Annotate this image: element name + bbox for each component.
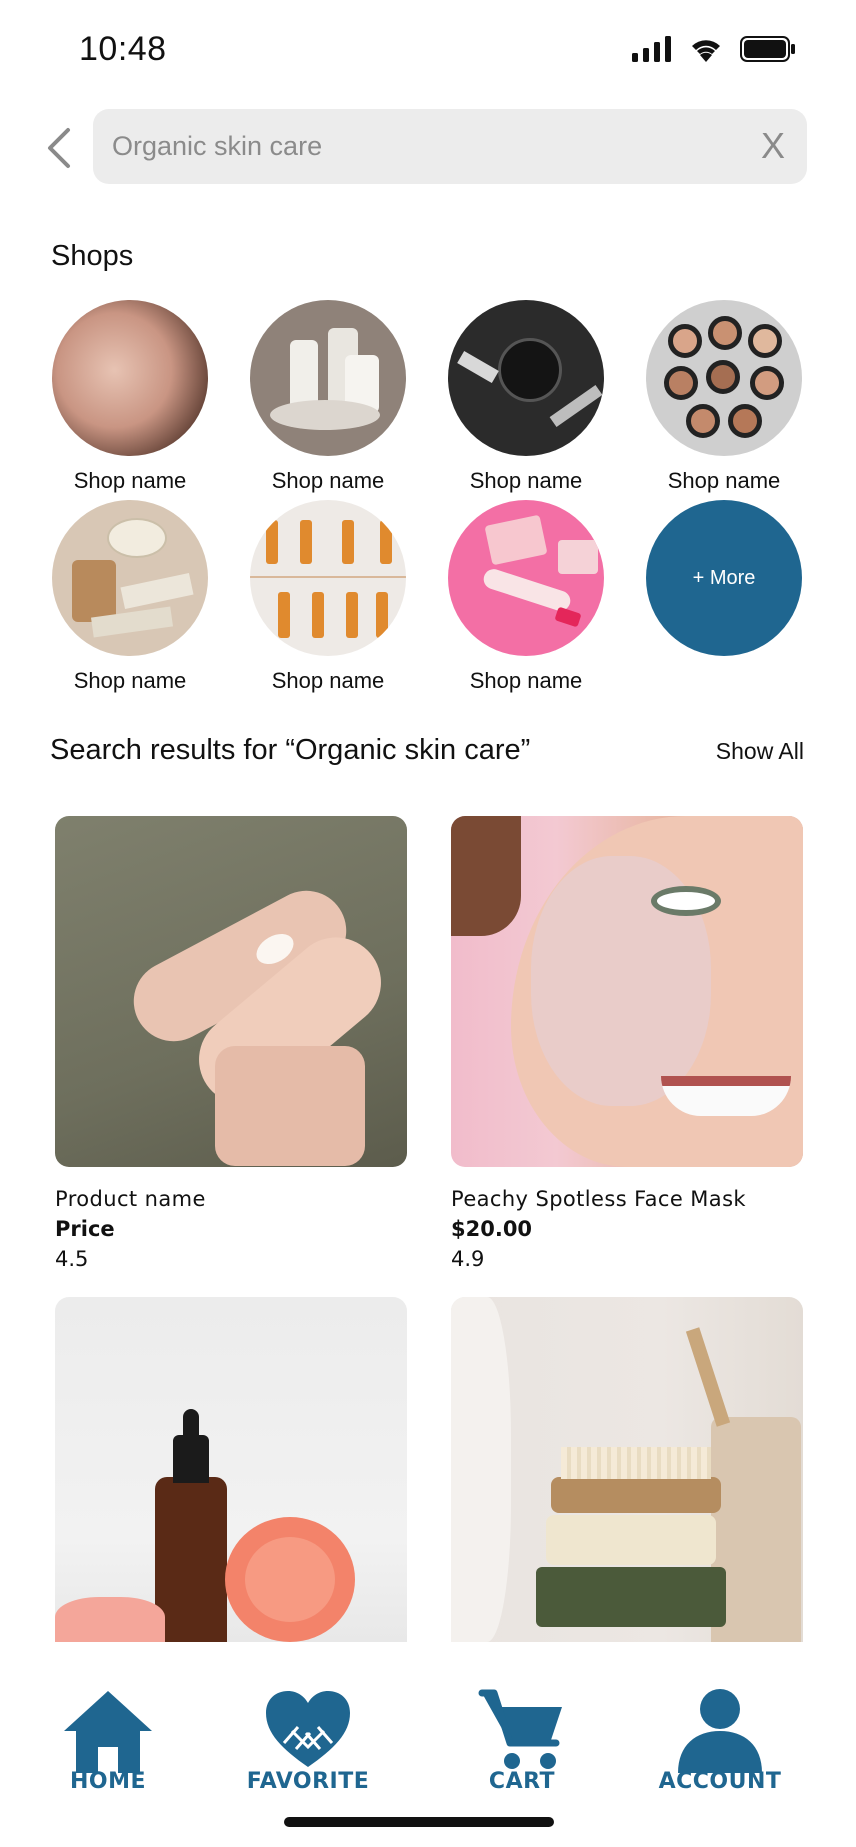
home-icon bbox=[64, 1691, 152, 1773]
shop-image bbox=[646, 300, 802, 456]
status-icons bbox=[632, 36, 796, 62]
shop-label: Shop name bbox=[73, 668, 187, 693]
product-card[interactable]: Peachy Spotless Face Mask $20.00 4.9 bbox=[451, 816, 803, 1271]
cart-icon bbox=[478, 1689, 562, 1769]
product-card[interactable]: Product name Price 4.5 bbox=[55, 816, 407, 1271]
shop-item[interactable]: Shop name bbox=[238, 500, 418, 694]
back-button[interactable] bbox=[42, 124, 78, 172]
heart-hands-icon bbox=[266, 1691, 350, 1767]
shop-image bbox=[250, 500, 406, 656]
product-image bbox=[55, 816, 407, 1167]
product-image bbox=[451, 1297, 803, 1642]
shop-image bbox=[448, 300, 604, 456]
bottom-navigation: HOME FAVORITE CART ACCOUNT bbox=[0, 1647, 856, 1847]
product-image bbox=[55, 1297, 407, 1642]
shop-image bbox=[52, 500, 208, 656]
shop-label: Shop name bbox=[667, 468, 781, 493]
shop-item[interactable]: Shop name bbox=[238, 300, 418, 494]
product-card[interactable] bbox=[55, 1297, 407, 1642]
shop-item[interactable]: Shop name bbox=[634, 300, 814, 494]
shop-label: Shop name bbox=[73, 468, 187, 493]
shop-label: Shop name bbox=[271, 468, 385, 493]
nav-home-label: HOME bbox=[69, 1769, 147, 1794]
shop-item[interactable]: Shop name bbox=[40, 500, 220, 694]
chevron-left-icon bbox=[48, 128, 70, 168]
shop-item[interactable]: Shop name bbox=[436, 500, 616, 694]
product-rating: 4.5 bbox=[55, 1247, 89, 1271]
product-card[interactable] bbox=[451, 1297, 803, 1642]
shops-title: Shops bbox=[51, 240, 134, 272]
status-time: 10:48 bbox=[79, 30, 167, 68]
shop-image bbox=[52, 300, 208, 456]
search-results-title: Search results for “Organic skin care” bbox=[50, 734, 531, 766]
nav-cart[interactable]: CART bbox=[442, 1687, 602, 1794]
shop-image bbox=[448, 500, 604, 656]
wifi-icon bbox=[692, 40, 720, 62]
shop-item[interactable]: Shop name bbox=[436, 300, 616, 494]
nav-home[interactable]: HOME bbox=[28, 1687, 188, 1794]
product-price: Price bbox=[55, 1217, 115, 1241]
account-icon bbox=[678, 1689, 762, 1773]
product-name: Peachy Spotless Face Mask bbox=[451, 1187, 746, 1211]
home-indicator bbox=[284, 1817, 554, 1827]
nav-account[interactable]: ACCOUNT bbox=[640, 1687, 800, 1794]
product-image bbox=[451, 816, 803, 1167]
product-name: Product name bbox=[55, 1187, 206, 1211]
nav-favorite[interactable]: FAVORITE bbox=[228, 1687, 388, 1794]
clear-search-button[interactable]: X bbox=[761, 125, 785, 167]
battery-icon bbox=[740, 36, 795, 62]
product-price: $20.00 bbox=[451, 1217, 533, 1241]
search-bar: X bbox=[93, 109, 807, 184]
nav-account-label: ACCOUNT bbox=[658, 1769, 782, 1794]
nav-cart-label: CART bbox=[488, 1769, 556, 1794]
nav-favorite-label: FAVORITE bbox=[246, 1769, 370, 1794]
show-all-link[interactable]: Show All bbox=[716, 738, 804, 765]
signal-icon bbox=[632, 36, 671, 62]
shop-label: Shop name bbox=[469, 468, 583, 493]
product-rating: 4.9 bbox=[451, 1247, 485, 1271]
shop-item[interactable]: Shop name bbox=[40, 300, 220, 494]
more-shops-button[interactable]: + More bbox=[646, 500, 802, 656]
search-input[interactable] bbox=[112, 109, 732, 184]
shop-image bbox=[250, 300, 406, 456]
more-shops[interactable]: + More bbox=[634, 500, 814, 656]
shop-label: Shop name bbox=[469, 668, 583, 693]
shop-label: Shop name bbox=[271, 668, 385, 693]
